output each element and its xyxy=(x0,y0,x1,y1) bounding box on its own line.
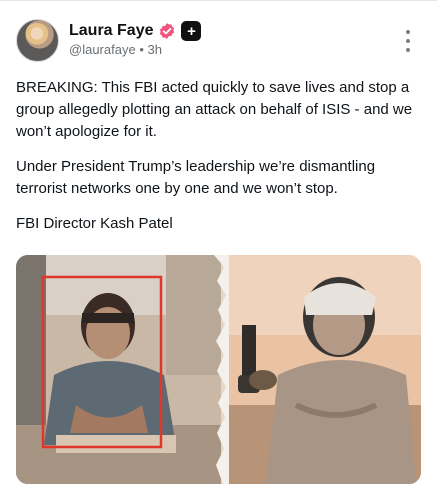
post-signature: FBI Director Kash Patel xyxy=(16,215,173,232)
plus-badge-icon: + xyxy=(181,21,202,41)
post-card: Laura Faye + @laurafaye • 3h BREAKING: T… xyxy=(0,0,437,500)
post-timestamp[interactable]: 3h xyxy=(148,42,162,57)
author-name[interactable]: Laura Faye xyxy=(69,22,153,40)
author-row: Laura Faye + xyxy=(69,20,202,42)
post-body: BREAKING: This FBI acted quickly to save… xyxy=(16,77,421,235)
post-image-collage xyxy=(16,255,421,484)
author-handle[interactable]: @laurafaye xyxy=(69,42,136,57)
post-paragraph: Under President Trump’s leadership we’re… xyxy=(16,158,376,197)
divider xyxy=(0,0,437,1)
post-meta: @laurafaye • 3h xyxy=(69,42,162,57)
avatar[interactable] xyxy=(16,19,59,62)
post-paragraph: BREAKING: This FBI acted quickly to save… xyxy=(16,79,413,140)
post-image[interactable] xyxy=(16,255,421,484)
more-vertical-icon[interactable] xyxy=(403,30,413,52)
avatar-image xyxy=(24,23,50,49)
verified-badge-icon xyxy=(158,22,176,40)
meta-separator: • xyxy=(139,42,144,57)
